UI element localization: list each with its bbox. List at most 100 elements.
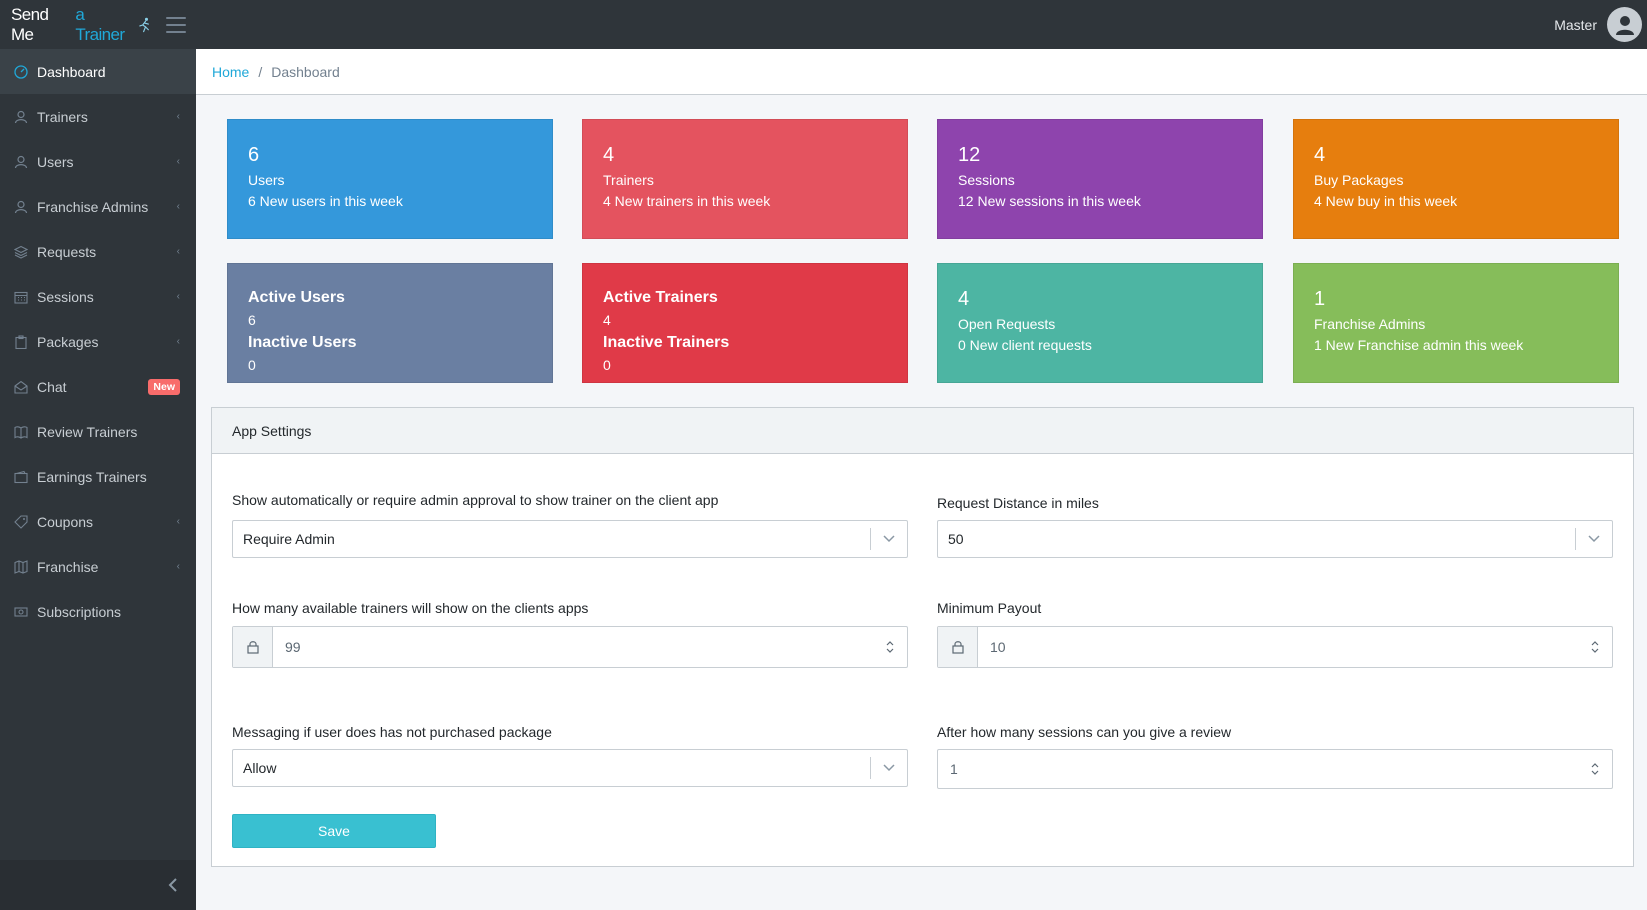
sidebar-item-label: Chat <box>37 378 67 395</box>
distance-select[interactable]: 50 <box>937 520 1613 558</box>
card-subtext: 1 New Franchise admin this week <box>1314 337 1524 353</box>
chevron-left-icon <box>168 878 177 892</box>
distance-label: Request Distance in miles <box>937 495 1099 511</box>
review-sessions-label: After how many sessions can you give a r… <box>937 724 1232 740</box>
chevron-left-icon: ‹ <box>176 516 180 527</box>
card-trainers[interactable]: 4 Trainers 4 New trainers in this week <box>582 119 908 239</box>
user-avatar-icon <box>1615 15 1634 35</box>
messaging-select[interactable]: Allow <box>232 749 908 787</box>
sidebar-item-packages[interactable]: Packages ‹ <box>0 319 196 364</box>
chevron-left-icon: ‹ <box>176 156 180 167</box>
card-number: 4 <box>603 144 615 166</box>
available-trainers-input[interactable]: 99 <box>273 639 877 655</box>
sidebar-item-label: Franchise Admins <box>37 198 149 215</box>
number-spinner-icon[interactable] <box>1582 640 1608 654</box>
card-label: Buy Packages <box>1314 172 1404 188</box>
card-sessions[interactable]: 12 Sessions 12 New sessions in this week <box>937 119 1263 239</box>
available-trainers-input-group: 99 <box>232 626 908 668</box>
card-value-inactive: 0 <box>248 357 256 373</box>
panel-header: App Settings <box>212 408 1633 454</box>
approval-label: Show automatically or require admin appr… <box>232 492 719 508</box>
brand-text-1: Send Me <box>11 4 49 44</box>
card-users[interactable]: 6 Users 6 New users in this week <box>227 119 553 239</box>
sidebar-item-franchise-admins[interactable]: Franchise Admins ‹ <box>0 184 196 229</box>
sidebar-item-subscriptions[interactable]: Subscriptions <box>0 589 196 634</box>
card-title-active: Active Trainers <box>603 289 718 306</box>
map-icon <box>13 559 29 575</box>
card-open-requests[interactable]: 4 Open Requests 0 New client requests <box>937 263 1263 383</box>
card-label: Open Requests <box>958 316 1056 332</box>
sidebar-item-earnings-trainers[interactable]: Earnings Trainers <box>0 454 196 499</box>
sidebar-item-trainers[interactable]: Trainers ‹ <box>0 94 196 139</box>
card-number: 4 <box>958 288 970 310</box>
sidebar-item-label: Sessions <box>37 288 94 305</box>
lock-icon <box>233 627 273 667</box>
review-sessions-input[interactable]: 1 <box>938 761 1582 777</box>
user-icon <box>13 199 29 215</box>
card-subtext: 0 New client requests <box>958 337 1092 353</box>
card-title-active: Active Users <box>248 289 345 306</box>
sidebar-item-requests[interactable]: Requests ‹ <box>0 229 196 274</box>
panel-title: App Settings <box>232 422 312 439</box>
sidebar-toggler-icon[interactable] <box>166 17 186 33</box>
number-spinner-icon[interactable] <box>1582 762 1608 776</box>
sidebar-item-label: Packages <box>37 333 99 350</box>
tag-icon <box>13 514 29 530</box>
sidebar-item-label: Users <box>37 153 74 170</box>
card-number: 1 <box>1314 288 1326 310</box>
lock-icon <box>938 627 978 667</box>
user-icon <box>13 109 29 125</box>
sidebar-minimizer-button[interactable] <box>0 860 196 910</box>
card-number: 12 <box>958 144 981 166</box>
chevron-left-icon: ‹ <box>176 111 180 122</box>
card-franchise-admins[interactable]: 1 Franchise Admins 1 New Franchise admin… <box>1293 263 1619 383</box>
card-active-users[interactable]: Active Users 6 Inactive Users 0 <box>227 263 553 383</box>
chevron-left-icon: ‹ <box>176 246 180 257</box>
chevron-left-icon: ‹ <box>176 291 180 302</box>
sidebar-item-users[interactable]: Users ‹ <box>0 139 196 184</box>
minimum-payout-input[interactable]: 10 <box>978 639 1582 655</box>
breadcrumb-home-link[interactable]: Home <box>212 64 249 80</box>
card-active-trainers[interactable]: Active Trainers 4 Inactive Trainers 0 <box>582 263 908 383</box>
brand-logo[interactable]: Send Me a Trainer <box>0 5 150 45</box>
minimum-payout-label: Minimum Payout <box>937 600 1042 616</box>
brand-text-2: a Trainer <box>75 4 125 44</box>
card-label: Trainers <box>603 172 654 188</box>
card-title-inactive: Inactive Users <box>248 334 357 351</box>
sidebar-item-label: Subscriptions <box>37 603 122 620</box>
main-content: Home / Dashboard 6 Users 6 New users in … <box>196 49 1647 910</box>
sidebar-item-label: Franchise <box>37 558 99 575</box>
messaging-select-value: Allow <box>243 760 277 776</box>
sidebar-item-franchise[interactable]: Franchise ‹ <box>0 544 196 589</box>
sidebar-item-chat[interactable]: Chat New <box>0 364 196 409</box>
cash-icon <box>13 604 29 620</box>
new-badge: New <box>148 378 180 395</box>
sidebar-item-dashboard[interactable]: Dashboard <box>0 49 196 94</box>
sidebar-item-label: Earnings Trainers <box>37 468 147 485</box>
calendar-icon <box>13 289 29 305</box>
available-trainers-label: How many available trainers will show on… <box>232 600 589 616</box>
app-settings-panel: App Settings Show automatically or requi… <box>211 407 1634 867</box>
runner-icon <box>139 17 149 32</box>
avatar[interactable] <box>1607 7 1642 42</box>
sidebar-item-sessions[interactable]: Sessions ‹ <box>0 274 196 319</box>
user-menu[interactable]: Master <box>1554 0 1647 49</box>
save-button[interactable]: Save <box>232 814 436 848</box>
number-spinner-icon[interactable] <box>877 640 903 654</box>
card-buy-packages[interactable]: 4 Buy Packages 4 New buy in this week <box>1293 119 1619 239</box>
sidebar-item-coupons[interactable]: Coupons ‹ <box>0 499 196 544</box>
approval-select[interactable]: Require Admin <box>232 520 908 558</box>
chevron-down-icon <box>1576 535 1612 543</box>
distance-select-value: 50 <box>948 531 964 547</box>
chevron-left-icon: ‹ <box>176 561 180 572</box>
sidebar-item-review-trainers[interactable]: Review Trainers <box>0 409 196 454</box>
sidebar-item-label: Coupons <box>37 513 94 530</box>
book-open-icon <box>13 424 29 440</box>
speedometer-icon <box>13 64 29 80</box>
chevron-left-icon: ‹ <box>176 201 180 212</box>
card-value-inactive: 0 <box>603 357 611 373</box>
user-name[interactable]: Master <box>1554 17 1597 33</box>
card-label: Users <box>248 172 285 188</box>
card-number: 6 <box>248 144 260 166</box>
user-icon <box>13 154 29 170</box>
